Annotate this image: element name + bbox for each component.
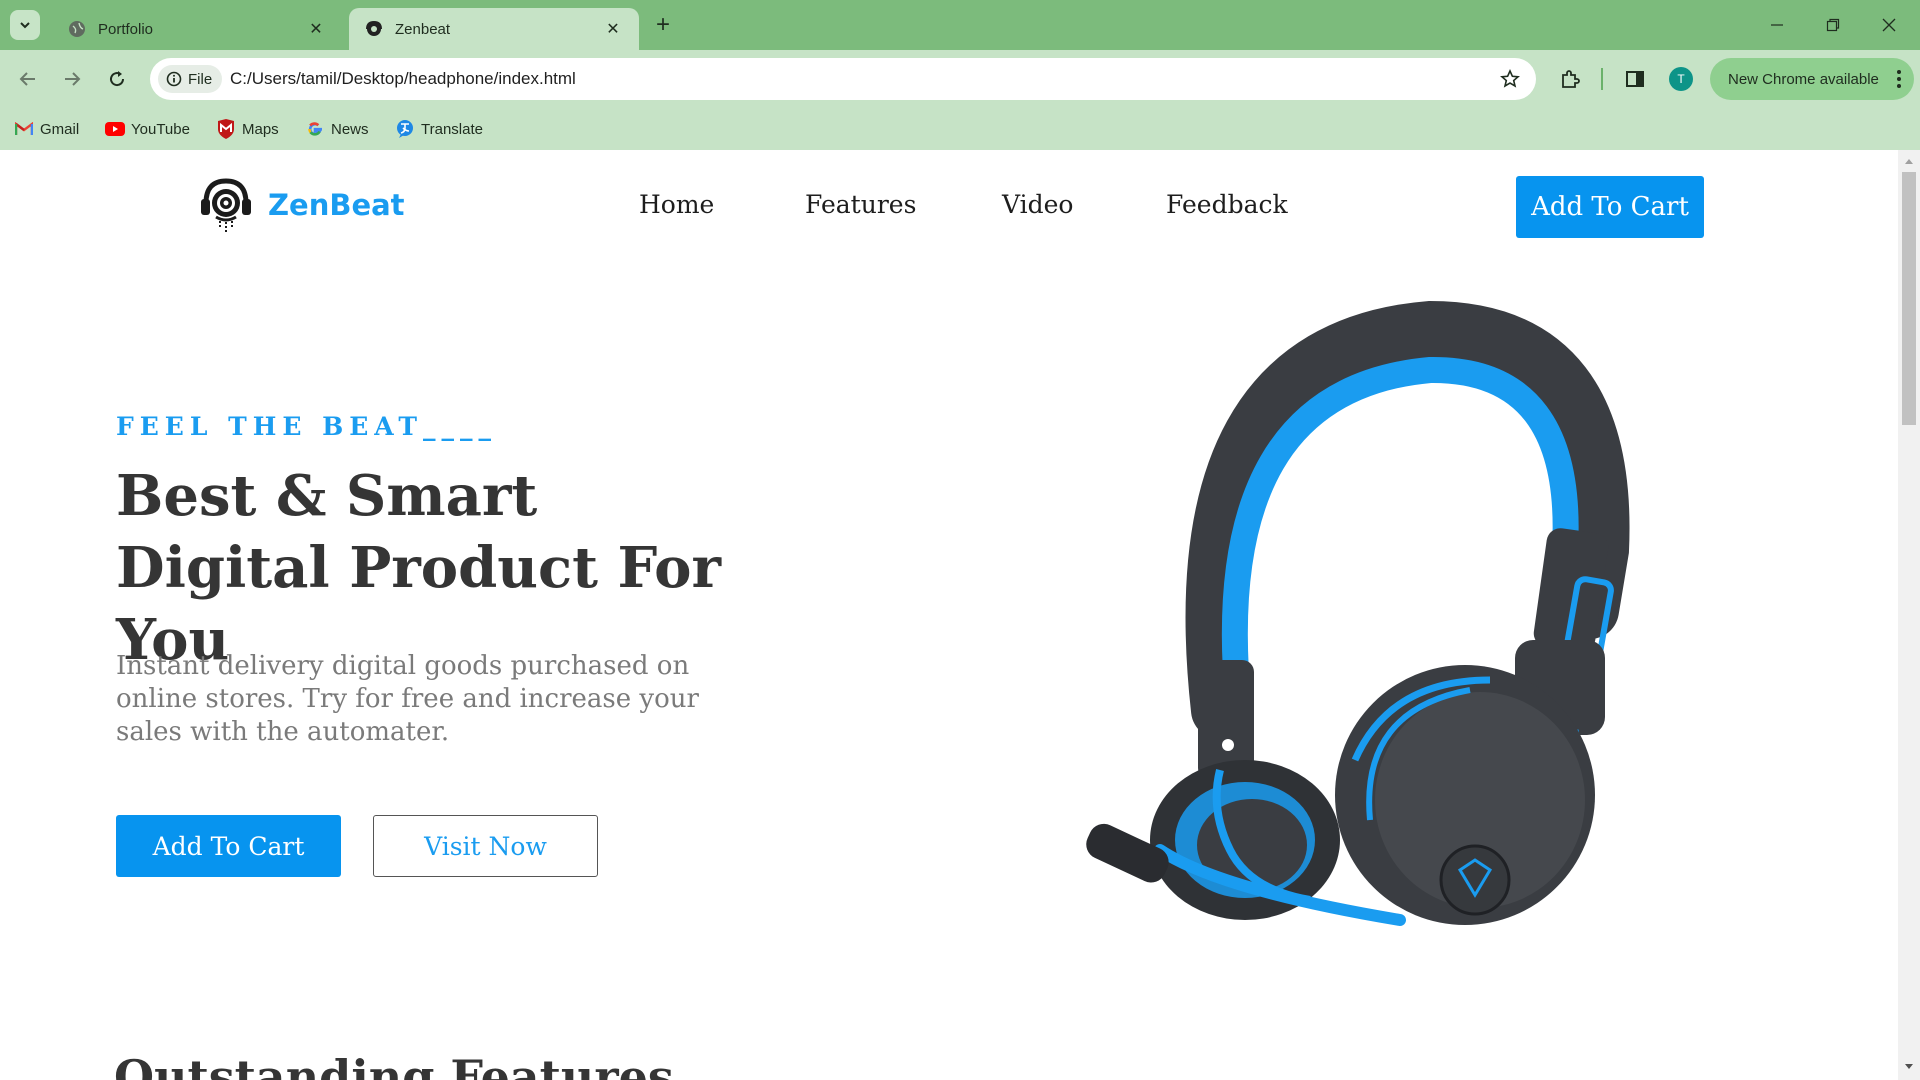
close-icon[interactable]: ✕	[603, 19, 623, 39]
headphone-logo-icon	[201, 178, 251, 233]
tab-strip: Portfolio ✕ Zenbeat ✕ +	[0, 0, 1920, 50]
web-page: ZenBeat Home Features Video Feedback Add…	[0, 150, 1898, 1080]
hero-headline: Best & Smart Digital Product For You	[116, 463, 722, 673]
bookmarks-bar: Gmail YouTube Maps News Translate	[0, 108, 1920, 150]
tab-title: Portfolio	[98, 20, 154, 38]
bookmark-maps[interactable]: Maps	[216, 116, 279, 142]
address-bar[interactable]: File C:/Users/tamil/Desktop/headphone/in…	[150, 58, 1536, 100]
chrome-update-label: New Chrome available	[1728, 70, 1879, 88]
forward-button[interactable]	[56, 63, 88, 95]
reload-button[interactable]	[101, 63, 133, 95]
kebab-menu-icon[interactable]	[1896, 68, 1902, 90]
bookmark-label: News	[331, 120, 369, 138]
bookmark-youtube[interactable]: YouTube	[105, 116, 190, 142]
arrow-right-icon	[65, 72, 81, 86]
bookmark-star-icon[interactable]	[1498, 67, 1522, 91]
close-window-icon[interactable]	[1866, 8, 1912, 42]
url-text[interactable]: C:/Users/tamil/Desktop/headphone/index.h…	[230, 58, 576, 100]
bookmark-label: Gmail	[40, 120, 80, 138]
gmail-icon	[14, 120, 34, 138]
add-to-cart-button[interactable]: Add To Cart	[116, 815, 341, 877]
nav-video[interactable]: Video	[1002, 190, 1073, 219]
page-scrollbar[interactable]	[1898, 150, 1920, 1080]
chevron-down-icon	[20, 22, 30, 29]
info-icon	[166, 71, 182, 87]
new-tab-button[interactable]: +	[650, 11, 676, 38]
bookmark-translate[interactable]: Translate	[395, 116, 483, 142]
minimize-icon[interactable]	[1754, 8, 1800, 42]
mcafee-shield-icon	[216, 119, 236, 139]
site-info-chip[interactable]: File	[158, 65, 223, 93]
tab-portfolio[interactable]: Portfolio ✕	[52, 8, 342, 50]
close-icon[interactable]: ✕	[306, 19, 326, 39]
back-button[interactable]	[12, 63, 44, 95]
restore-icon[interactable]	[1810, 8, 1856, 42]
headphone-logo-icon	[365, 20, 383, 38]
arrow-left-icon	[19, 72, 35, 86]
scroll-down-icon[interactable]	[1904, 1062, 1914, 1072]
tab-title: Zenbeat	[395, 20, 451, 38]
globe-icon	[68, 20, 86, 38]
bookmark-gmail[interactable]: Gmail	[14, 116, 79, 142]
chrome-update-button[interactable]: New Chrome available	[1710, 58, 1914, 100]
headphone-product-image	[1086, 300, 1630, 926]
translate-icon	[395, 120, 415, 138]
browser-toolbar: File C:/Users/tamil/Desktop/headphone/in…	[0, 50, 1920, 108]
google-icon	[305, 120, 325, 138]
extensions-icon[interactable]	[1556, 65, 1584, 93]
bookmark-label: Translate	[421, 120, 483, 138]
brand-name: ZenBeat	[268, 188, 405, 222]
bookmark-news[interactable]: News	[305, 116, 369, 142]
features-section-title: Outstanding Features	[114, 1050, 674, 1080]
reload-icon	[110, 71, 125, 87]
tab-zenbeat[interactable]: Zenbeat ✕	[349, 8, 639, 50]
brand-logo[interactable]: ZenBeat	[198, 175, 405, 235]
header-add-to-cart-button[interactable]: Add To Cart	[1516, 176, 1704, 238]
site-info-label: File	[188, 70, 213, 88]
profile-avatar[interactable]: T	[1669, 67, 1693, 91]
toolbar-separator	[1601, 68, 1603, 90]
bookmark-label: Maps	[242, 120, 279, 138]
bookmark-label: YouTube	[131, 120, 190, 138]
side-panel-icon[interactable]	[1621, 65, 1649, 93]
scroll-up-icon[interactable]	[1904, 156, 1914, 166]
youtube-icon	[105, 120, 125, 138]
hero-description: Instant delivery digital goods purchased…	[116, 651, 699, 747]
tab-search-button[interactable]	[10, 10, 40, 40]
visit-now-button[interactable]: Visit Now	[373, 815, 598, 877]
nav-home[interactable]: Home	[639, 190, 714, 219]
hero-tagline: FEEL THE BEAT____	[116, 412, 497, 441]
nav-features[interactable]: Features	[805, 190, 916, 219]
nav-feedback[interactable]: Feedback	[1166, 190, 1288, 219]
scrollbar-thumb[interactable]	[1902, 172, 1916, 425]
